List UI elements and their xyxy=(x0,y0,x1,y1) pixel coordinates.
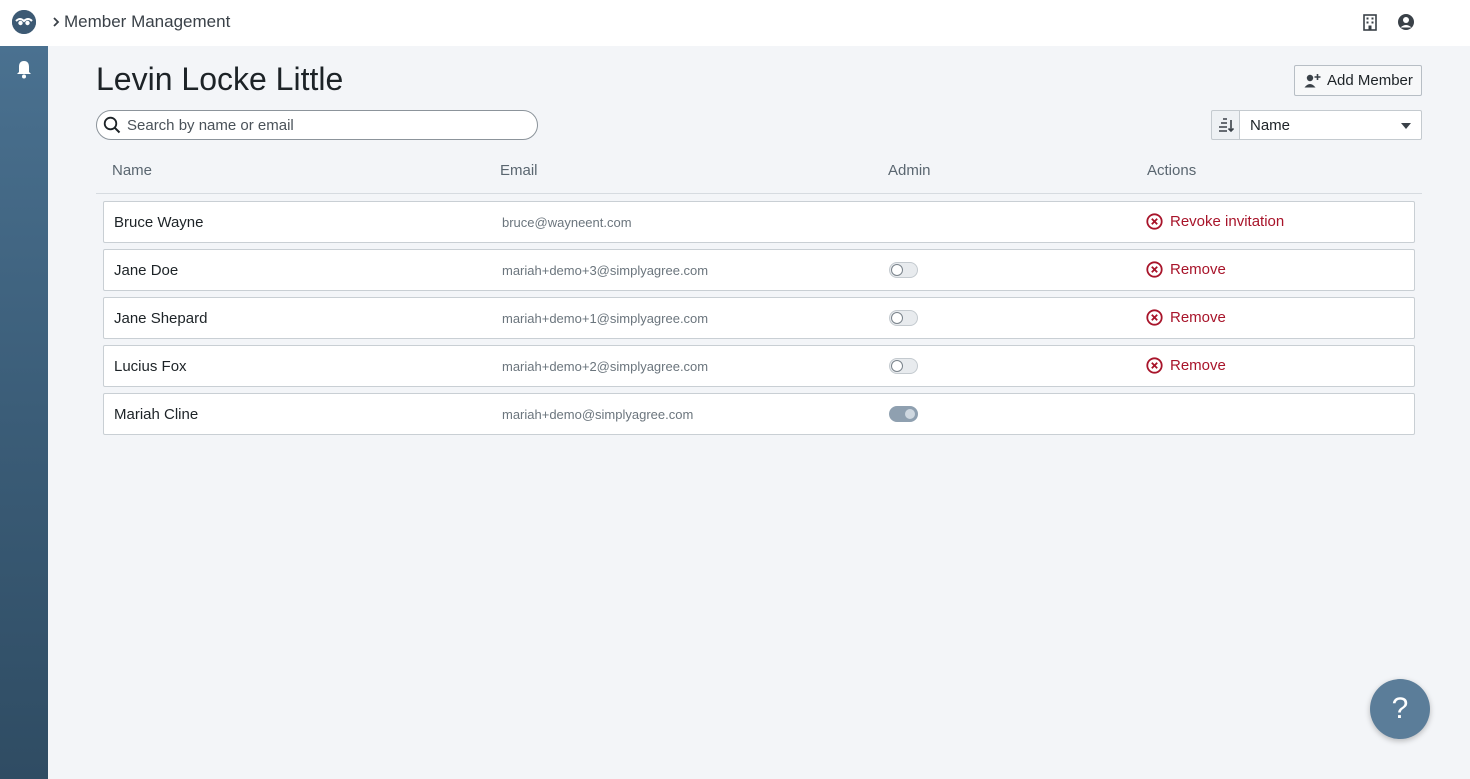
remove-button[interactable]: Remove xyxy=(1146,309,1226,326)
sort-descending-icon xyxy=(1218,118,1234,133)
admin-toggle[interactable] xyxy=(889,358,918,374)
remove-button[interactable]: Remove xyxy=(1146,261,1226,278)
column-header-email[interactable]: Email xyxy=(500,162,538,179)
column-header-name[interactable]: Name xyxy=(112,162,152,179)
circle-x-icon xyxy=(1146,309,1163,326)
toggle-knob xyxy=(891,360,903,372)
member-name: Jane Shepard xyxy=(114,310,208,327)
building-icon[interactable] xyxy=(1361,13,1379,31)
member-name: Mariah Cline xyxy=(114,406,199,423)
sort-selected-value: Name xyxy=(1250,116,1291,134)
action-label: Remove xyxy=(1170,357,1226,374)
table-row: Jane Shepard mariah+demo+1@simplyagree.c… xyxy=(103,297,1415,339)
column-header-actions: Actions xyxy=(1147,162,1197,179)
help-button[interactable]: ? xyxy=(1370,679,1430,739)
action-label: Remove xyxy=(1170,309,1226,326)
page-title: Levin Locke Little xyxy=(96,61,344,97)
sort-select[interactable]: Name xyxy=(1239,110,1422,140)
action-label: Remove xyxy=(1170,261,1226,278)
toggle-knob xyxy=(891,264,903,276)
remove-button[interactable]: Remove xyxy=(1146,357,1226,374)
chevron-right-icon xyxy=(53,17,60,27)
table-row: Mariah Cline mariah+demo@simplyagree.com xyxy=(103,393,1415,435)
column-header-admin: Admin xyxy=(888,162,931,179)
member-email: mariah+demo+3@simplyagree.com xyxy=(502,263,709,278)
top-bar: Member Management xyxy=(0,0,1470,46)
toggle-knob xyxy=(891,312,903,324)
table-row: Jane Doe mariah+demo+3@simplyagree.com R… xyxy=(103,249,1415,291)
search-icon xyxy=(103,116,121,134)
search-input[interactable] xyxy=(127,116,527,134)
member-email: mariah+demo+2@simplyagree.com xyxy=(502,359,709,374)
action-label: Revoke invitation xyxy=(1170,213,1285,230)
table-row: Lucius Fox mariah+demo+2@simplyagree.com… xyxy=(103,345,1415,387)
member-name: Jane Doe xyxy=(114,262,179,279)
toggle-knob xyxy=(904,408,916,420)
admin-toggle[interactable] xyxy=(889,406,918,422)
add-member-label: Add Member xyxy=(1327,72,1413,89)
user-circle-icon[interactable] xyxy=(1397,13,1415,31)
sidebar xyxy=(0,46,48,779)
bell-icon[interactable] xyxy=(15,59,33,79)
brand-logo-icon[interactable] xyxy=(12,10,36,34)
member-email: bruce@wayneent.com xyxy=(502,215,632,230)
admin-toggle[interactable] xyxy=(889,262,918,278)
member-email: mariah+demo@simplyagree.com xyxy=(502,407,694,422)
circle-x-icon xyxy=(1146,357,1163,374)
member-email: mariah+demo+1@simplyagree.com xyxy=(502,311,709,326)
add-member-button[interactable]: Add Member xyxy=(1294,65,1422,96)
table-row: Bruce Wayne bruce@wayneent.com Revoke in… xyxy=(103,201,1415,243)
header-divider xyxy=(96,193,1422,194)
circle-x-icon xyxy=(1146,261,1163,278)
member-name: Bruce Wayne xyxy=(114,214,204,231)
search-box[interactable] xyxy=(96,110,538,140)
chevron-down-icon xyxy=(1401,123,1411,129)
add-user-icon xyxy=(1304,74,1321,88)
sort-direction-button[interactable] xyxy=(1211,110,1240,140)
circle-x-icon xyxy=(1146,213,1163,230)
member-name: Lucius Fox xyxy=(114,358,187,375)
breadcrumb[interactable]: Member Management xyxy=(64,12,230,32)
revoke-invitation-button[interactable]: Revoke invitation xyxy=(1146,213,1284,230)
admin-toggle[interactable] xyxy=(889,310,918,326)
